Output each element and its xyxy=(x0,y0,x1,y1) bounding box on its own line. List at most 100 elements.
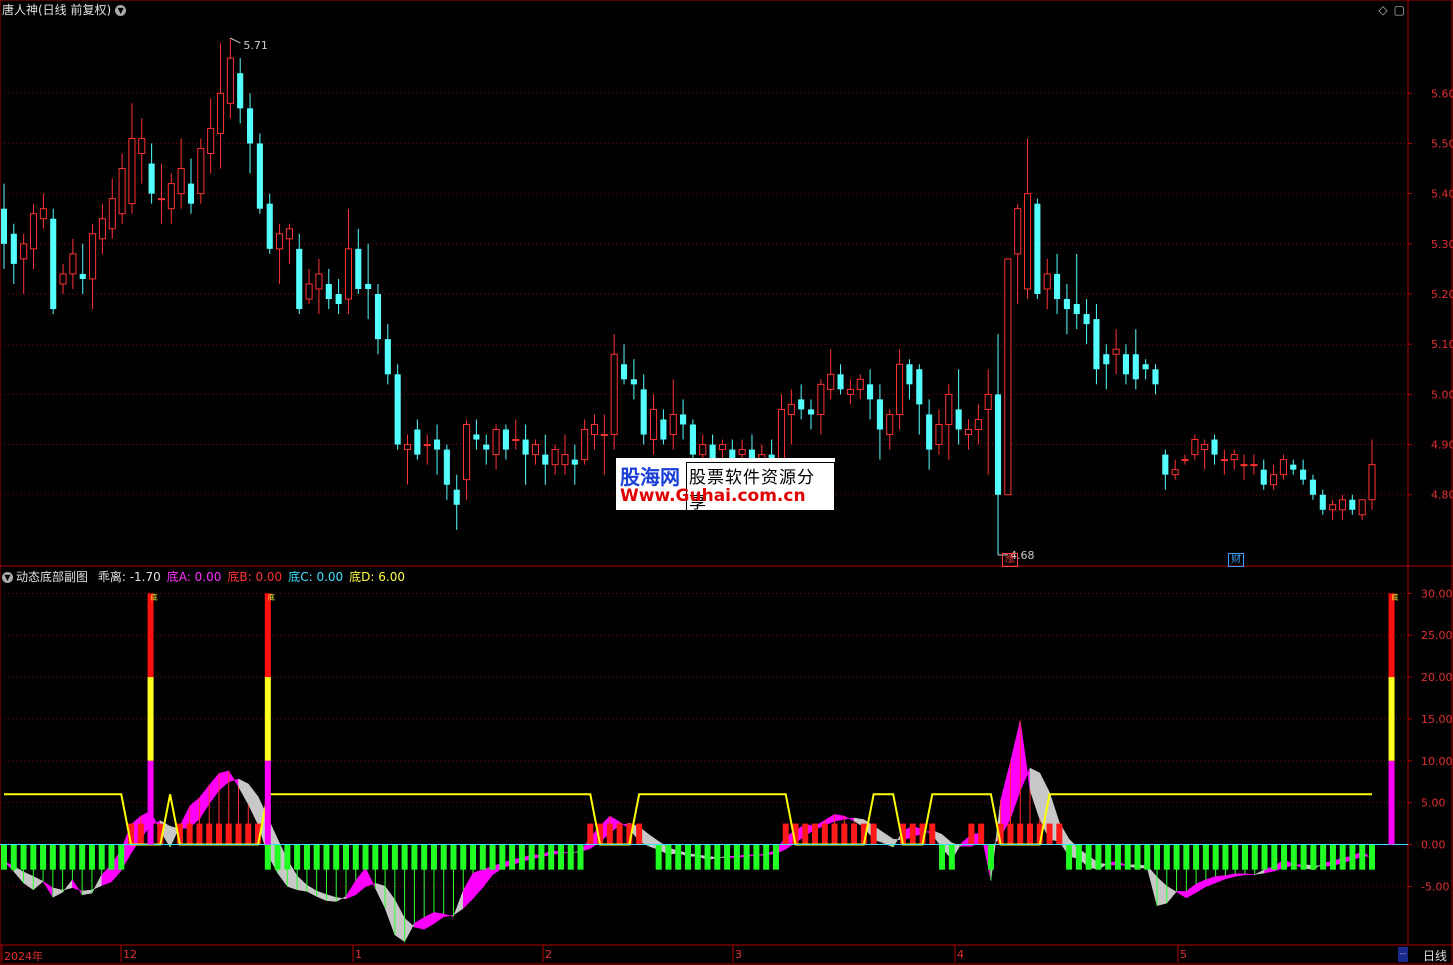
candle-down xyxy=(1073,304,1080,315)
candle-down xyxy=(502,429,509,450)
bias-bar-down xyxy=(1271,844,1278,870)
chevron-down-icon[interactable]: ▼ xyxy=(2,572,13,583)
bias-band xyxy=(33,875,44,891)
candle-up xyxy=(108,198,116,230)
bias-bar-down xyxy=(499,844,506,870)
bias-band xyxy=(463,872,474,909)
bias-bar-down xyxy=(557,844,564,870)
bias-bar-up xyxy=(812,823,819,845)
bias-band xyxy=(345,879,357,900)
bias-bar-down xyxy=(20,844,27,870)
candle-up xyxy=(39,208,47,220)
bias-band xyxy=(23,871,34,891)
bias-bar-down xyxy=(1300,844,1307,870)
bias-bar-down xyxy=(323,844,330,870)
candle-up xyxy=(856,378,864,390)
legend-item-2: 底B: 0.00 xyxy=(227,570,282,584)
candle-down xyxy=(335,294,342,305)
candle-down xyxy=(916,369,923,405)
indicator-tick-label: 30.00 xyxy=(1421,587,1453,600)
event-badge[interactable]: 涨 xyxy=(1001,553,1018,567)
bias-bar-down xyxy=(284,844,291,870)
signal-bar-magenta xyxy=(147,760,154,845)
candle-up xyxy=(276,233,284,250)
bias-band xyxy=(384,885,396,936)
signal-bar-magenta xyxy=(1388,760,1395,845)
candle-up xyxy=(1329,504,1337,511)
bias-bar-down xyxy=(391,844,398,870)
candle-up xyxy=(974,418,982,431)
chevron-down-icon[interactable]: ▼ xyxy=(115,5,127,16)
bias-bar-up xyxy=(851,823,858,845)
candle-down xyxy=(798,399,805,410)
bias-bar-down xyxy=(470,844,477,870)
diamond-icon[interactable]: ◇ xyxy=(1378,3,1387,17)
candle-up xyxy=(59,273,67,285)
bias-bar-down xyxy=(1144,844,1151,870)
candle-up xyxy=(118,168,126,215)
bias-band xyxy=(72,878,83,896)
candle-up xyxy=(1368,464,1376,501)
bias-bar-down xyxy=(1163,844,1170,870)
bias-band xyxy=(326,894,337,902)
x-axis-label: 4 xyxy=(957,948,964,961)
price-tick-label: 5.40 xyxy=(1431,188,1453,201)
candle-down xyxy=(325,283,332,300)
bias-bar-up xyxy=(616,823,623,845)
bias-bar-down xyxy=(1124,844,1131,870)
event-badge[interactable]: 财 xyxy=(1228,553,1245,567)
candle-down xyxy=(522,439,529,455)
candle-up xyxy=(1250,464,1258,467)
candle-up xyxy=(1004,258,1012,496)
candle-down xyxy=(640,389,647,435)
bias-band xyxy=(91,874,102,894)
bias-bar-down xyxy=(98,844,105,870)
bias-bar-down xyxy=(1202,844,1209,870)
bias-band xyxy=(453,890,464,917)
candle-up xyxy=(315,273,323,290)
candle-down xyxy=(542,454,549,465)
bias-bar-up xyxy=(206,823,213,845)
bias-bar-up xyxy=(841,823,848,845)
legend-value: -1.70 xyxy=(125,570,161,584)
bias-bar-down xyxy=(1154,844,1161,870)
candle-down xyxy=(630,379,637,385)
bias-band xyxy=(443,913,454,918)
bias-band xyxy=(81,889,93,896)
price-tick-label: 4.80 xyxy=(1431,489,1453,502)
candle-up xyxy=(650,408,658,441)
bias-bar-down xyxy=(548,844,555,870)
candle-up xyxy=(787,403,795,415)
bias-bar-down xyxy=(401,844,408,870)
legend-value: 0.00 xyxy=(251,570,283,584)
candle-down xyxy=(1083,314,1090,325)
maximize-icon[interactable]: ▢ xyxy=(1394,3,1405,17)
bias-bar-down xyxy=(49,844,56,870)
bias-bar-down xyxy=(939,844,946,870)
candle-up xyxy=(138,137,146,154)
candle-down xyxy=(955,409,962,430)
candle-up xyxy=(817,383,825,415)
price-tick-label: 4.90 xyxy=(1431,439,1453,452)
candle-down xyxy=(1290,464,1297,470)
candle-down xyxy=(1093,319,1100,370)
candle-down xyxy=(926,414,933,450)
bias-band xyxy=(306,884,317,897)
legend-label: 底C: xyxy=(288,570,313,584)
bias-band xyxy=(1186,883,1197,899)
candle-down xyxy=(680,414,687,425)
period-label[interactable]: 日线 xyxy=(1423,947,1447,964)
bias-band xyxy=(472,869,484,900)
scroll-button[interactable]: -- xyxy=(1398,947,1408,962)
candle-up xyxy=(157,198,166,201)
candle-up xyxy=(177,168,185,195)
candle-up xyxy=(20,243,28,260)
legend-label: 底D: xyxy=(349,570,375,584)
bias-bar-down xyxy=(411,844,418,870)
bias-bar-down xyxy=(694,844,701,870)
bias-bar-down xyxy=(1251,844,1258,870)
legend-value: 0.00 xyxy=(312,570,344,584)
bias-bar-down xyxy=(1359,844,1366,870)
bias-bar-down xyxy=(528,844,535,870)
candle-down xyxy=(365,283,372,289)
